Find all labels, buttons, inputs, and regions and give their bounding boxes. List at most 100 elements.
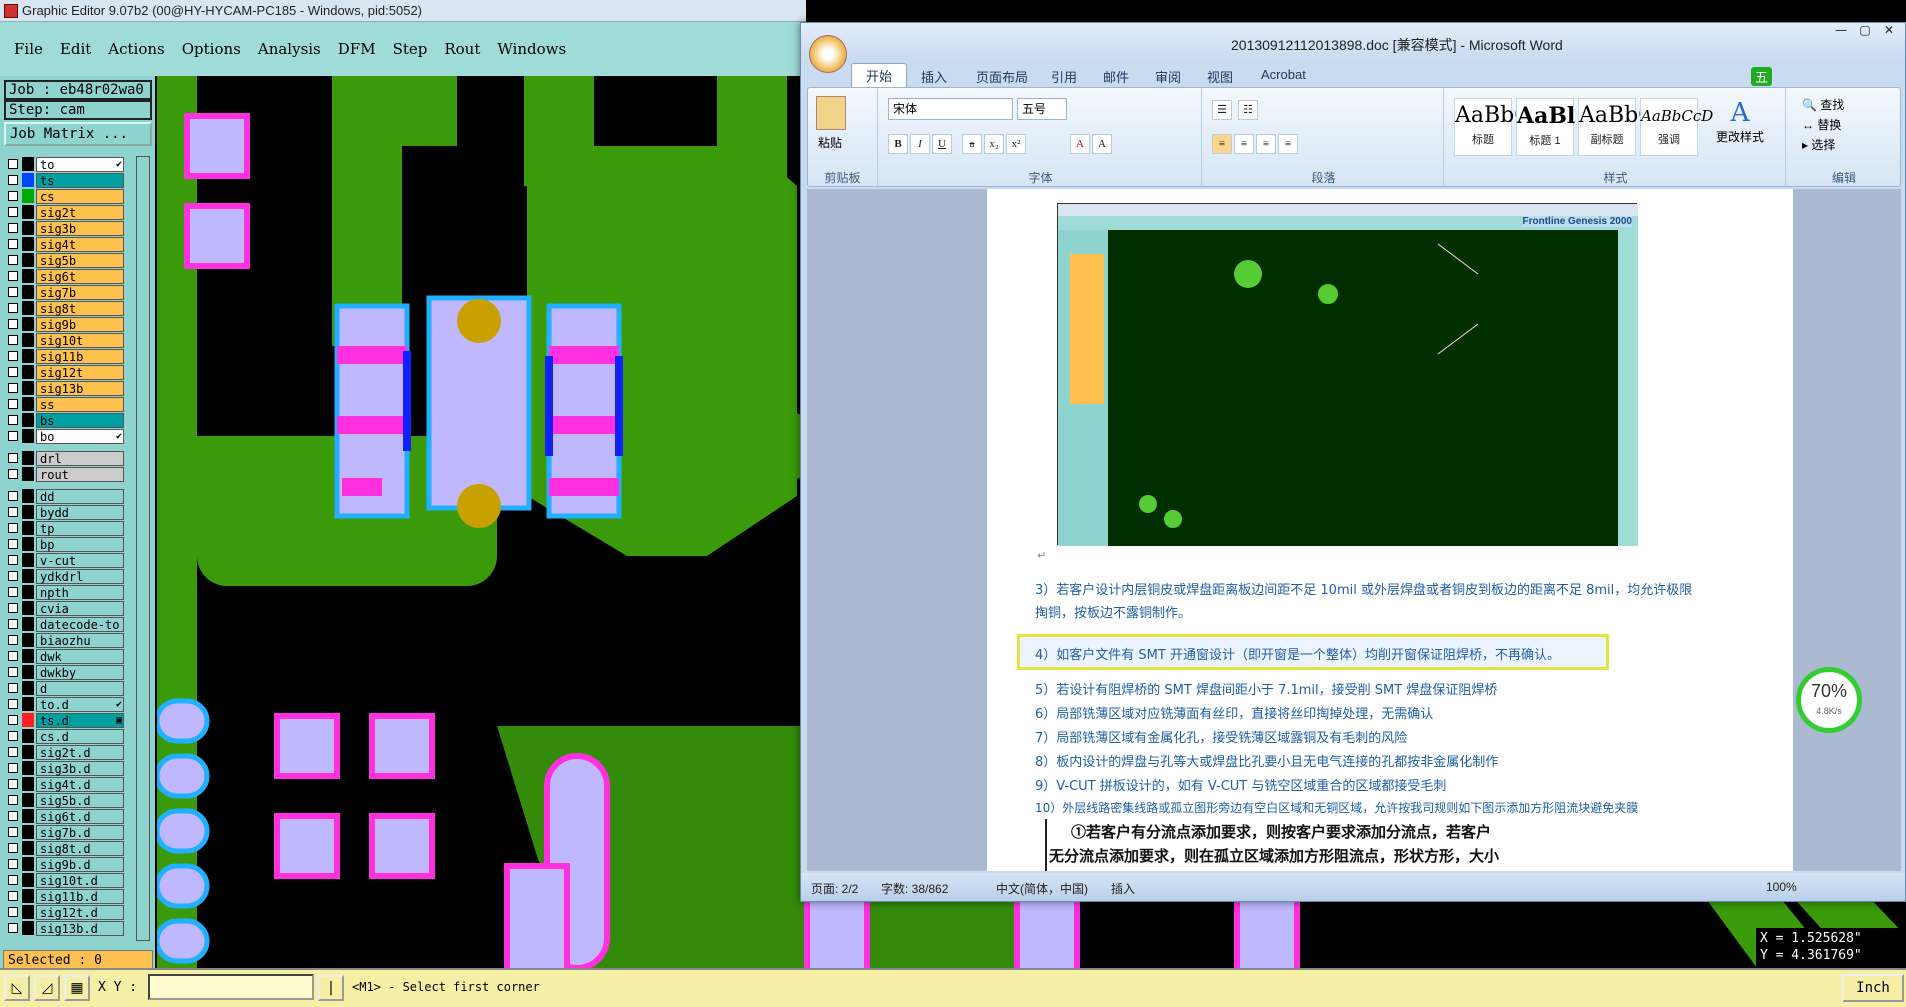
layer-checkbox[interactable] [8, 843, 18, 853]
layer-checkbox[interactable] [8, 875, 18, 885]
tab-view[interactable]: 视图 [1207, 67, 1233, 86]
tab-review[interactable]: 审阅 [1155, 67, 1181, 86]
style-emphasis[interactable]: AaBbCcD 强调 [1640, 98, 1713, 156]
tab-insert[interactable]: 插入 [921, 67, 947, 86]
layer-name[interactable]: sig2t.d [36, 744, 124, 760]
xy-input[interactable] [148, 974, 314, 1000]
layer-checkbox[interactable] [8, 667, 18, 677]
layer-checkbox[interactable] [8, 335, 18, 345]
tab-acrobat[interactable]: Acrobat [1261, 67, 1306, 82]
char-shading-icon[interactable]: A [1092, 134, 1112, 154]
layer-row[interactable]: bydd [4, 504, 124, 520]
layer-row[interactable]: v-cut [4, 552, 124, 568]
menu-step[interactable]: Step [393, 40, 428, 58]
layer-row[interactable]: ydkdrl [4, 568, 124, 584]
tab-references[interactable]: 引用 [1051, 67, 1077, 86]
document-area[interactable]: Frontline Genesis 2000 ↵ 3）若客户设计内层铜皮或焊盘距… [807, 189, 1901, 871]
layer-row[interactable]: sig6t [4, 268, 124, 284]
network-gauge[interactable]: 70% 4.8K/s [1796, 667, 1862, 733]
layer-checkbox[interactable] [8, 603, 18, 613]
layer-name[interactable]: bydd [36, 504, 124, 520]
align-left-icon[interactable]: ≡ [1212, 134, 1232, 154]
layer-row[interactable]: sig5b.d [4, 792, 124, 808]
layer-row[interactable]: sig13b [4, 380, 124, 396]
layer-checkbox[interactable] [8, 571, 18, 581]
layer-checkbox[interactable] [8, 683, 18, 693]
font-color-icon[interactable]: A [1070, 134, 1090, 154]
layer-row[interactable]: dwk [4, 648, 124, 664]
layer-name[interactable]: sig2t [36, 204, 124, 220]
layer-name[interactable]: sig4t.d [36, 776, 124, 792]
layer-checkbox[interactable] [8, 795, 18, 805]
layer-checkbox[interactable] [8, 779, 18, 789]
layer-name[interactable]: sig5b [36, 252, 124, 268]
layer-row[interactable]: npth [4, 584, 124, 600]
italic-icon[interactable]: I [910, 134, 930, 154]
layer-checkbox[interactable] [8, 507, 18, 517]
cursor-toggle-icon[interactable]: | [318, 975, 344, 1001]
layer-name[interactable]: sig8t [36, 300, 124, 316]
layer-row[interactable]: to ✔ [4, 156, 124, 172]
layer-name[interactable]: sig3b.d [36, 760, 124, 776]
layer-name[interactable]: dwkby [36, 664, 124, 680]
tab-mailings[interactable]: 邮件 [1103, 67, 1129, 86]
layer-name[interactable]: v-cut [36, 552, 124, 568]
layer-name[interactable]: sig8t.d [36, 840, 124, 856]
layer-name[interactable]: sig11b [36, 348, 124, 364]
layer-checkbox[interactable] [8, 891, 18, 901]
layer-checkbox[interactable] [8, 399, 18, 409]
layer-name[interactable]: to.d [36, 696, 124, 712]
menu-file[interactable]: File [14, 40, 43, 58]
layer-row[interactable]: ts [4, 172, 124, 188]
layer-row[interactable]: sig7b.d [4, 824, 124, 840]
layer-name[interactable]: cs.d [36, 728, 124, 744]
layer-name[interactable]: biaozhu [36, 632, 124, 648]
layer-row[interactable]: cvia [4, 600, 124, 616]
layer-checkbox[interactable] [8, 367, 18, 377]
paste-label[interactable]: 粘贴 [818, 134, 842, 151]
layer-row[interactable]: sig12t.d [4, 904, 124, 920]
layer-name[interactable]: d [36, 680, 124, 696]
layer-row[interactable]: sig2t [4, 204, 124, 220]
layer-name[interactable]: to [36, 156, 124, 172]
menu-edit[interactable]: Edit [60, 40, 91, 58]
layer-name[interactable]: tp [36, 520, 124, 536]
layer-checkbox[interactable] [8, 175, 18, 185]
layer-checkbox[interactable] [8, 651, 18, 661]
font-size-select[interactable]: 五号 [1017, 98, 1067, 120]
layer-checkbox[interactable] [8, 255, 18, 265]
layer-checkbox[interactable] [8, 223, 18, 233]
layer-checkbox[interactable] [8, 827, 18, 837]
bold-icon[interactable]: B [888, 134, 908, 154]
layer-checkbox[interactable] [8, 555, 18, 565]
status-language[interactable]: 中文(简体，中国) [996, 880, 1088, 897]
layer-row[interactable]: ts.d ▣ [4, 712, 124, 728]
layer-name[interactable]: sig13b [36, 380, 124, 396]
tab-home[interactable]: 开始 [851, 63, 908, 87]
status-words[interactable]: 字数: 38/862 [881, 880, 948, 897]
style-title[interactable]: AaBbC 标题 [1454, 98, 1531, 156]
layer-row[interactable]: bs [4, 412, 124, 428]
layer-scrollbar[interactable] [136, 156, 150, 941]
subscript-icon[interactable]: x₂ [984, 134, 1004, 154]
layer-checkbox[interactable] [8, 271, 18, 281]
layer-row[interactable]: drl [4, 450, 124, 466]
status-page[interactable]: 页面: 2/2 [811, 880, 858, 897]
font-name-select[interactable]: 宋体 [888, 98, 1013, 120]
layer-name[interactable]: sig9b [36, 316, 124, 332]
layer-checkbox[interactable] [8, 239, 18, 249]
menu-options[interactable]: Options [182, 40, 241, 58]
layer-checkbox[interactable] [8, 383, 18, 393]
layer-name[interactable]: dwk [36, 648, 124, 664]
layer-name[interactable]: sig11b.d [36, 888, 124, 904]
menu-dfm[interactable]: DFM [338, 40, 376, 58]
layer-row[interactable]: to.d ✔ [4, 696, 124, 712]
layer-row[interactable]: sig7b [4, 284, 124, 300]
layer-row[interactable]: sig10t.d [4, 872, 124, 888]
layer-name[interactable]: ts [36, 172, 124, 188]
layer-row[interactable]: sig4t [4, 236, 124, 252]
layer-row[interactable]: sig4t.d [4, 776, 124, 792]
layer-checkbox[interactable] [8, 303, 18, 313]
document-page[interactable]: Frontline Genesis 2000 ↵ 3）若客户设计内层铜皮或焊盘距… [987, 189, 1793, 871]
layer-row[interactable]: sig3b [4, 220, 124, 236]
